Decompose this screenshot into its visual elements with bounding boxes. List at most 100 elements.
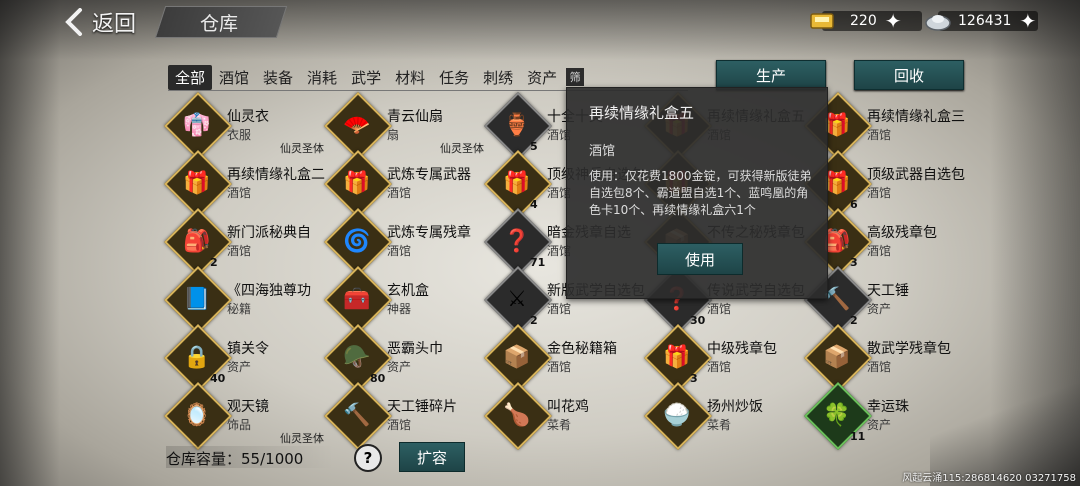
help-icon[interactable]: ? bbox=[354, 444, 382, 472]
item-category: 酒馆 bbox=[227, 186, 252, 200]
item-icon: 🔨 bbox=[343, 402, 371, 428]
inventory-item[interactable]: 🎁 3 中级残章包 酒馆 bbox=[644, 324, 810, 392]
use-button[interactable]: 使用 bbox=[657, 243, 743, 275]
item-category: 神器 bbox=[387, 302, 412, 316]
popup-description: 使用：仅花费1800金锭，可获得新版徒弟自选包8个、霸道盟自选1个、蓝鸣凰的角色… bbox=[589, 169, 812, 217]
gold-value: 220 bbox=[850, 13, 877, 29]
gold-ingot-icon bbox=[810, 13, 834, 29]
item-name: 新门派秘典自 bbox=[227, 225, 311, 241]
inventory-item[interactable]: 🎒 2 新门派秘典自 酒馆 bbox=[164, 208, 330, 276]
inventory-item[interactable]: 🎁 再续情缘礼盒二 酒馆 bbox=[164, 150, 330, 218]
item-category: 酒馆 bbox=[867, 360, 892, 374]
item-icon: 🔒 bbox=[183, 344, 211, 370]
item-name: 恶霸头巾 bbox=[387, 341, 443, 357]
item-name: 武炼专属残章 bbox=[387, 225, 471, 241]
inventory-item[interactable]: 🪞 观天镜 饰品 仙灵圣体 bbox=[164, 382, 330, 450]
item-name: 散武学残章包 bbox=[867, 341, 951, 357]
item-name: 叫花鸡 bbox=[547, 399, 589, 415]
ink-wash-left bbox=[0, 0, 60, 486]
item-name: 中级残章包 bbox=[707, 341, 777, 357]
tab-quest[interactable]: 任务 bbox=[432, 65, 476, 90]
gold-add-icon[interactable]: ✦ bbox=[885, 11, 902, 31]
inventory-item[interactable]: 🌀 武炼专属残章 酒馆 bbox=[324, 208, 490, 276]
tab-embroidery[interactable]: 刺绣 bbox=[476, 65, 520, 90]
item-name: 再续情缘礼盒二 bbox=[227, 167, 325, 183]
inventory-item[interactable]: 🪭 青云仙扇扇仙灵圣体 bbox=[324, 92, 490, 160]
item-name: 《四海独尊功 bbox=[227, 283, 311, 299]
item-name: 扬州炒饭 bbox=[707, 399, 763, 415]
watermark-text: 风起云涌115:286814620 03271758 bbox=[902, 473, 1076, 484]
inventory-item[interactable]: 🎁 武炼专属武器 酒馆 bbox=[324, 150, 490, 218]
tab-martial[interactable]: 武学 bbox=[344, 65, 388, 90]
inventory-item[interactable]: 🎒 3 高级残章包 酒馆 bbox=[804, 208, 970, 276]
silver-resource: 126431 ✦ bbox=[924, 8, 1038, 34]
inventory-item[interactable]: 🍗 叫花鸡 菜肴 bbox=[484, 382, 650, 450]
item-name: 观天镜 bbox=[227, 399, 269, 415]
item-name: 武炼专属武器 bbox=[387, 167, 471, 183]
item-tag: 仙灵圣体 bbox=[280, 432, 324, 445]
tab-material[interactable]: 材料 bbox=[388, 65, 432, 90]
item-name: 再续情缘礼盒三 bbox=[867, 109, 965, 125]
item-count: 6 bbox=[850, 198, 858, 211]
item-category: 饰品 bbox=[227, 418, 252, 432]
item-name: 青云仙扇 bbox=[387, 109, 443, 125]
item-category: 资产 bbox=[867, 302, 892, 316]
item-icon: 🪖 bbox=[343, 344, 371, 370]
inventory-item[interactable]: 🔨 天工锤碎片 酒馆 bbox=[324, 382, 490, 450]
item-category: 酒馆 bbox=[707, 360, 732, 374]
item-category: 酒馆 bbox=[867, 186, 892, 200]
inventory-item[interactable]: 🔨 2 天工锤 资产 bbox=[804, 266, 970, 334]
item-icon: 📦 bbox=[503, 344, 531, 370]
expand-button[interactable]: 扩容 bbox=[399, 442, 465, 472]
tab-assets[interactable]: 资产 bbox=[520, 65, 564, 90]
inventory-item[interactable]: 🎁 再续情缘礼盒三 酒馆 bbox=[804, 92, 970, 160]
capacity-value: 55/1000 bbox=[241, 450, 304, 468]
item-icon: 📦 bbox=[823, 344, 851, 370]
item-count: 3 bbox=[690, 372, 698, 385]
item-category: 菜肴 bbox=[547, 418, 572, 432]
item-category: 资产 bbox=[227, 360, 252, 374]
filter-button[interactable]: 筛 bbox=[566, 68, 585, 86]
tab-all[interactable]: 全部 bbox=[168, 64, 213, 90]
tab-equipment[interactable]: 装备 bbox=[256, 65, 300, 90]
item-count: 30 bbox=[690, 314, 706, 327]
item-name: 镇关令 bbox=[227, 341, 269, 357]
silver-add-icon[interactable]: ✦ bbox=[1019, 11, 1036, 31]
item-category: 酒馆 bbox=[867, 128, 892, 142]
inventory-item[interactable]: 🪖 80 恶霸头巾 资产 bbox=[324, 324, 490, 392]
item-tag: 仙灵圣体 bbox=[440, 142, 484, 155]
tab-tavern[interactable]: 酒馆 bbox=[212, 65, 256, 90]
tab-consumable[interactable]: 消耗 bbox=[300, 65, 344, 90]
gold-resource: 220 ✦ bbox=[808, 8, 922, 34]
inventory-item[interactable]: 🎁 6 顶级武器自选包 酒馆 bbox=[804, 150, 970, 218]
produce-button[interactable]: 生产 bbox=[716, 60, 826, 90]
item-category: 酒馆 bbox=[867, 244, 892, 258]
inventory-item[interactable]: 📦 金色秘籍箱 酒馆 bbox=[484, 324, 650, 392]
item-icon: 🎁 bbox=[183, 170, 211, 196]
back-button[interactable]: 返回 bbox=[64, 6, 154, 38]
item-name: 高级残章包 bbox=[867, 225, 937, 241]
back-label: 返回 bbox=[92, 12, 137, 37]
item-name: 天工锤碎片 bbox=[387, 399, 457, 415]
item-category: 酒馆 bbox=[707, 302, 732, 316]
item-name: 仙灵衣 bbox=[227, 109, 269, 125]
inventory-item[interactable]: 🔒 40 镇关令资产 bbox=[164, 324, 330, 392]
inventory-item[interactable]: 👘 仙灵衣 衣服 仙灵圣体 bbox=[164, 92, 330, 160]
inventory-item[interactable]: 📘 《四海独尊功 秘籍 bbox=[164, 266, 330, 334]
inventory-item[interactable]: 🍚 扬州炒饭 菜肴 bbox=[644, 382, 810, 450]
item-name: 幸运珠 bbox=[867, 399, 909, 415]
inventory-item[interactable]: 🍀 11 幸运珠 资产 bbox=[804, 382, 970, 450]
item-category: 酒馆 bbox=[547, 302, 572, 316]
inventory-item[interactable]: 🧰 玄机盒 神器 bbox=[324, 266, 490, 334]
item-icon: 🍚 bbox=[663, 402, 691, 428]
capacity-text: 仓库容量：55/1000 bbox=[166, 448, 303, 469]
popup-title: 再续情缘礼盒五 bbox=[589, 104, 695, 122]
recycle-button[interactable]: 回收 bbox=[854, 60, 964, 90]
item-icon: 🧰 bbox=[343, 286, 371, 312]
item-icon: 🎁 bbox=[343, 170, 371, 196]
inventory-item[interactable]: 📦 散武学残章包 酒馆 bbox=[804, 324, 970, 392]
item-icon: 🪭 bbox=[343, 112, 371, 138]
item-count: 40 bbox=[210, 372, 226, 385]
item-count: 2 bbox=[850, 314, 858, 327]
item-count: 4 bbox=[530, 198, 538, 211]
